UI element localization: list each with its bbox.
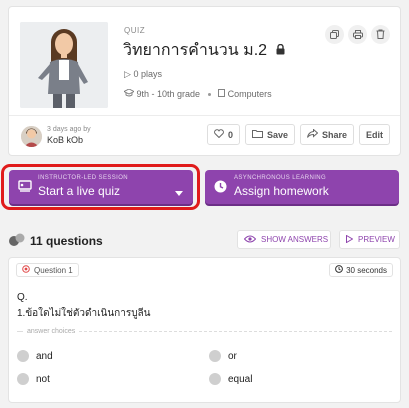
graduation-cap-icon [122, 88, 137, 99]
answer-choice: equal [209, 373, 252, 385]
question-count: 11 questions [30, 234, 103, 248]
clock-icon [335, 265, 343, 275]
plays-info: ▷ 0 plays [124, 69, 162, 80]
copy-icon [330, 26, 339, 44]
quiz-title: วิทยาการคำนวน ม.2 [123, 38, 285, 63]
answer-choice: and [17, 350, 53, 362]
author-name[interactable]: KoB kOb [47, 135, 83, 145]
quiz-type-label: QUIZ [124, 26, 146, 35]
chevron-down-icon[interactable] [175, 183, 183, 201]
answer-choice: not [17, 373, 50, 385]
answer-choices-label: answer choices [27, 328, 76, 335]
time-limit: 30 seconds [346, 265, 387, 275]
eye-icon [243, 235, 257, 245]
time-badge: 30 seconds [329, 263, 393, 277]
copy-button[interactable] [325, 25, 344, 44]
book-icon [218, 89, 228, 99]
print-button[interactable] [348, 25, 367, 44]
choice-text: equal [228, 373, 253, 385]
folder-icon [251, 129, 263, 140]
question-text-line1: Q. [17, 292, 28, 303]
share-label: Share [321, 129, 347, 140]
preview-label: PREVIEW [358, 235, 395, 244]
save-button[interactable]: Save [244, 124, 295, 145]
heart-icon [214, 129, 224, 140]
plays-count: 0 plays [133, 69, 162, 79]
start-live-quiz-button[interactable]: INSTRUCTOR-LED SESSION Start a live quiz [9, 170, 193, 204]
quiz-thumbnail [20, 22, 108, 108]
divider-line [17, 331, 23, 332]
choice-text: and [36, 350, 53, 362]
lock-icon [276, 42, 285, 60]
assign-homework-button[interactable]: ASYNCHRONOUS LEARNING Assign homework [205, 170, 399, 204]
like-button[interactable]: 0 [206, 124, 240, 145]
avatar[interactable] [21, 126, 42, 147]
grade-range: 9th - 10th grade [136, 89, 201, 99]
share-button[interactable]: Share [299, 124, 354, 145]
choice-radio-icon [17, 373, 29, 385]
question-text-line2: 1.ข้อใดไม่ใช่ตัวดำเนินการบูลีน [17, 308, 151, 319]
choice-radio-icon [209, 373, 221, 385]
preview-button[interactable]: PREVIEW [339, 230, 400, 249]
homework-label: Assign homework [234, 184, 329, 198]
question-badge: Question 1 [16, 263, 79, 277]
presentation-icon [18, 180, 32, 198]
save-label: Save [266, 129, 288, 140]
like-count: 0 [227, 129, 233, 140]
trash-icon [376, 26, 385, 44]
clock-icon [214, 180, 227, 198]
live-quiz-sublabel: INSTRUCTOR-LED SESSION [38, 175, 129, 181]
answer-choice: or [209, 350, 237, 362]
quiz-card: QUIZ วิทยาการคำนวน ม.2 ▷ 0 plays 9th - 1… [8, 6, 401, 156]
quiz-top-actions [325, 25, 390, 44]
answer-choices-divider: answer choices [17, 328, 392, 335]
share-icon [306, 128, 319, 140]
target-icon [22, 265, 30, 275]
created-ago: 3 days ago by [47, 126, 91, 133]
questions-icon [8, 233, 26, 252]
choice-radio-icon [17, 350, 29, 362]
question-number: Question 1 [34, 265, 73, 275]
edit-button[interactable]: Edit [359, 124, 390, 145]
play-icon [346, 234, 354, 245]
choice-text: not [36, 373, 50, 385]
delete-button[interactable] [371, 25, 390, 44]
homework-sublabel: ASYNCHRONOUS LEARNING [234, 175, 327, 181]
play-icon: ▷ [124, 69, 131, 79]
quiz-bottom-actions: 0 Save Share Edit [206, 124, 390, 145]
separator-dot [207, 93, 211, 97]
choice-radio-icon [209, 350, 221, 362]
subject: Computers [227, 89, 272, 99]
print-icon [352, 26, 363, 44]
choice-text: or [228, 350, 237, 362]
edit-label: Edit [366, 129, 383, 140]
live-quiz-label: Start a live quiz [38, 184, 121, 198]
show-answers-label: SHOW ANSWERS [261, 235, 329, 244]
show-answers-button[interactable]: SHOW ANSWERS [237, 230, 331, 249]
grade-subject-info: 9th - 10th grade Computers [122, 88, 272, 99]
quiz-title-text: วิทยาการคำนวน ม.2 [123, 42, 268, 59]
question-card: Question 1 30 seconds Q. 1.ข้อใดไม่ใช่ตั… [8, 257, 401, 403]
card-divider [9, 115, 400, 116]
divider-line [79, 331, 392, 332]
